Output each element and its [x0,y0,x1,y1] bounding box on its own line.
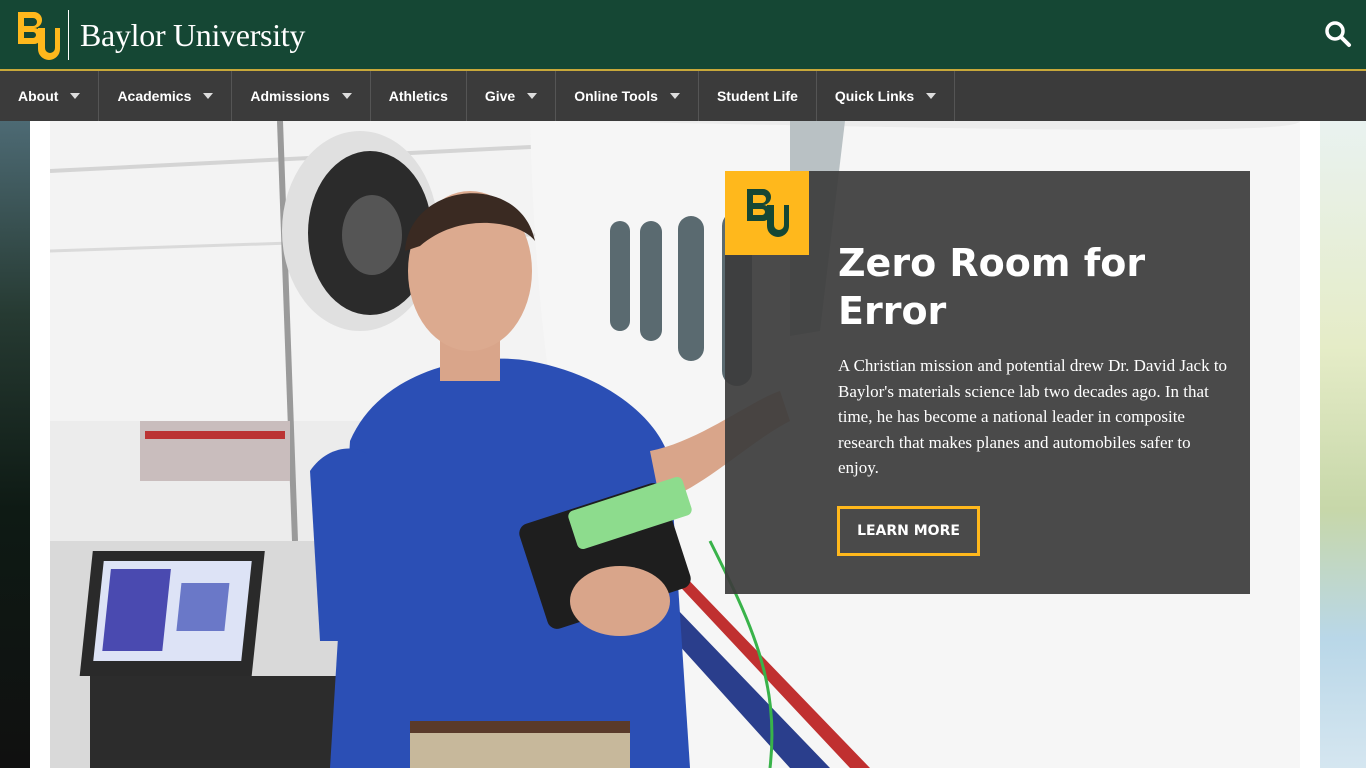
nav-label: Give [484,88,516,104]
feature-story-card: Zero Room for Error A Christian mission … [725,171,1250,594]
hero-prev-slide-edge [0,121,30,768]
brand-name[interactable]: Baylor University [80,17,305,54]
caret-down-icon [926,93,937,99]
bu-logo-icon[interactable] [16,10,60,60]
nav-label: Student Life [716,88,798,104]
nav-label: Admissions [250,88,330,104]
nav-item-student-life[interactable]: Student Life [699,71,817,121]
story-title: Zero Room for Error [838,241,1146,333]
nav-item-athletics[interactable]: Athletics [371,71,467,121]
caret-down-icon [70,93,81,99]
caret-down-icon [527,93,538,99]
bu-logo-icon [747,189,789,237]
site-header: Baylor University [0,0,1366,71]
nav-item-give[interactable]: Give [467,71,557,121]
nav-item-about[interactable]: About [0,71,100,121]
main-nav: About Academics Admissions Athletics Giv… [0,71,1366,121]
nav-item-online-tools[interactable]: Online Tools [556,71,699,121]
story-summary: A Christian mission and potential drew D… [838,356,1228,477]
nav-label: About [18,88,59,104]
nav-item-admissions[interactable]: Admissions [232,71,371,121]
nav-label: Athletics [388,88,448,104]
logo-divider [68,10,69,60]
nav-item-quick-links[interactable]: Quick Links [817,71,956,121]
nav-label: Academics [117,88,192,104]
search-icon[interactable] [1324,20,1352,48]
caret-down-icon [341,93,352,99]
caret-down-icon [669,93,680,99]
card-logo-badge [725,171,809,255]
learn-more-button[interactable]: LEARN MORE [837,506,980,556]
hero-next-slide-edge [1320,121,1366,768]
nav-item-academics[interactable]: Academics [99,71,233,121]
nav-label: Quick Links [834,88,915,104]
nav-label: Online Tools [574,88,658,104]
caret-down-icon [203,93,214,99]
